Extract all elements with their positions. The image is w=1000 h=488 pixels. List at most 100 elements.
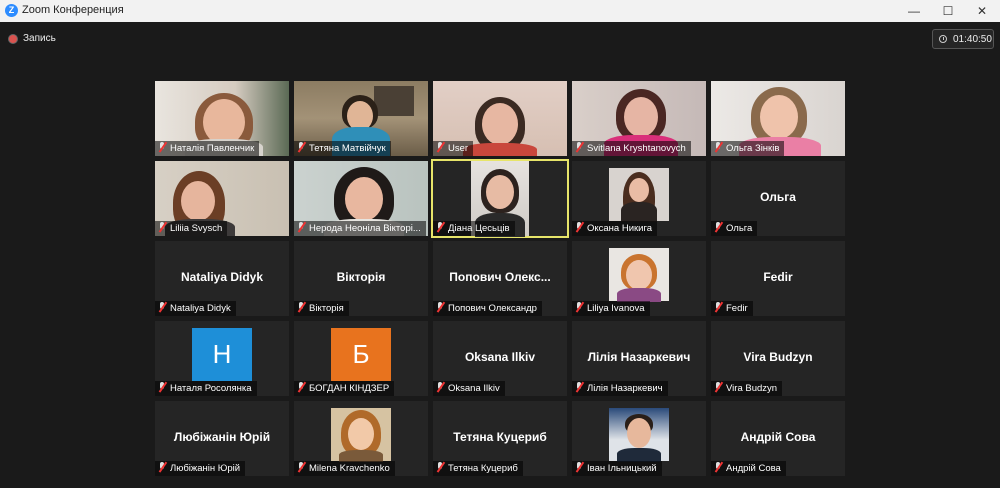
video-feed	[609, 408, 669, 462]
participant-tile[interactable]: Іван Ільницький	[572, 401, 706, 476]
participant-name: Milena Kravchenko	[309, 463, 390, 474]
participant-name: Оксана Никига	[587, 223, 653, 234]
muted-mic-icon	[158, 382, 167, 392]
muted-mic-icon	[158, 462, 167, 472]
participant-name-tag: Вікторія	[294, 301, 349, 316]
participant-tile[interactable]: Вікторія Вікторія	[294, 241, 428, 316]
muted-mic-icon	[436, 462, 445, 472]
participant-display-name: Вікторія	[336, 270, 386, 284]
muted-mic-icon	[436, 302, 445, 312]
participant-tile[interactable]: Попович Олекс... Попович Олександр	[433, 241, 567, 316]
minimize-button[interactable]: —	[896, 0, 932, 22]
meeting-timer: 01:40:50	[932, 29, 994, 49]
participant-display-name: Vira Budzyn	[743, 350, 813, 364]
participant-name: Ольга Зінків	[726, 143, 780, 154]
muted-mic-icon	[714, 302, 723, 312]
participant-name-tag: Liliia Svysch	[155, 221, 228, 236]
participant-name: Vira Budzyn	[726, 383, 778, 394]
participant-name: Іван Ільницький	[587, 463, 657, 474]
participant-name: Liliia Svysch	[170, 223, 223, 234]
participant-display-name: Лілія Назаркевич	[587, 350, 691, 364]
participant-tile[interactable]: Любіжанін Юрій Любіжанін Юрій	[155, 401, 289, 476]
participant-name: Андрій Сова	[726, 463, 781, 474]
participant-name-tag: Нерода Неоніла Вікторі...	[294, 221, 426, 236]
participant-tile[interactable]: Нерода Неоніла Вікторі...	[294, 161, 428, 236]
muted-mic-icon	[714, 382, 723, 392]
avatar: Н	[192, 328, 252, 381]
participant-tile[interactable]: Nataliya Didyk Nataliya Didyk	[155, 241, 289, 316]
participant-name: Наталія Павленчик	[170, 143, 255, 154]
participant-tile[interactable]: Ольга Зінків	[711, 81, 845, 156]
participant-name: Вікторія	[309, 303, 344, 314]
participant-tile[interactable]: Тетяна Матвійчук	[294, 81, 428, 156]
participant-name: Fedir	[726, 303, 748, 314]
participant-name: Oksana Ilkiv	[448, 383, 500, 394]
muted-mic-icon	[297, 142, 306, 152]
muted-mic-icon	[575, 382, 584, 392]
muted-mic-icon	[436, 382, 445, 392]
muted-mic-icon	[575, 462, 584, 472]
maximize-button[interactable]: ☐	[930, 0, 966, 22]
participant-tile[interactable]: Оксана Никига	[572, 161, 706, 236]
participant-name-tag: Лілія Назаркевич	[572, 381, 668, 396]
participant-name: Тетяна Куцериб	[448, 463, 518, 474]
participant-tile[interactable]: Наталія Павленчик	[155, 81, 289, 156]
video-feed	[609, 248, 669, 302]
record-icon	[8, 34, 18, 44]
participant-name-tag: Оксана Никига	[572, 221, 658, 236]
participant-name-tag: БОГДАН КІНДЗЕР	[294, 381, 395, 396]
participant-tile[interactable]: Б БОГДАН КІНДЗЕР	[294, 321, 428, 396]
muted-mic-icon	[158, 222, 167, 232]
participant-tile[interactable]: Vira Budzyn Vira Budzyn	[711, 321, 845, 396]
muted-mic-icon	[714, 142, 723, 152]
participant-name: Svitlana Kryshtanovych	[587, 143, 686, 154]
participant-name-tag: Тетяна Матвійчук	[294, 141, 391, 156]
video-feed	[609, 168, 669, 222]
participant-name: Ольга	[726, 223, 753, 234]
participant-tile[interactable]: Ольга Ольга	[711, 161, 845, 236]
participant-name-tag: Vira Budzyn	[711, 381, 783, 396]
participant-tile[interactable]: User	[433, 81, 567, 156]
participant-tile[interactable]: Н Наталя Росолянка	[155, 321, 289, 396]
participant-name-tag: Oksana Ilkiv	[433, 381, 505, 396]
muted-mic-icon	[714, 222, 723, 232]
participant-name-tag: User	[433, 141, 474, 156]
participant-name-tag: Ольга	[711, 221, 758, 236]
muted-mic-icon	[297, 222, 306, 232]
participant-tile-active-speaker[interactable]: Діана Цесьців	[431, 159, 569, 238]
participant-name-tag: Nataliya Didyk	[155, 301, 236, 316]
participant-name: Попович Олександр	[448, 303, 537, 314]
participant-name-tag: Liliya Ivanova	[572, 301, 650, 316]
participant-display-name: Ольга	[760, 190, 796, 204]
participant-tile[interactable]: Тетяна Куцериб Тетяна Куцериб	[433, 401, 567, 476]
participant-display-name: Андрій Сова	[740, 430, 816, 444]
clock-icon	[939, 35, 947, 43]
participant-name-tag: Milena Kravchenko	[294, 461, 395, 476]
participant-tile[interactable]: Лілія Назаркевич Лілія Назаркевич	[572, 321, 706, 396]
participant-tile[interactable]: Liliia Svysch	[155, 161, 289, 236]
participant-tile[interactable]: Fedir Fedir	[711, 241, 845, 316]
participant-tile[interactable]: Milena Kravchenko	[294, 401, 428, 476]
participant-tile[interactable]: Liliya Ivanova	[572, 241, 706, 316]
participant-name-tag: Діана Цесьців	[433, 221, 515, 236]
muted-mic-icon	[575, 222, 584, 232]
participant-name-tag: Svitlana Kryshtanovych	[572, 141, 691, 156]
muted-mic-icon	[297, 382, 306, 392]
participant-display-name: Nataliya Didyk	[180, 270, 264, 284]
participant-name-tag: Ольга Зінків	[711, 141, 785, 156]
avatar: Б	[331, 328, 391, 381]
close-button[interactable]: ✕	[964, 0, 1000, 22]
participant-name: Нерода Неоніла Вікторі...	[309, 223, 421, 234]
participant-name: Liliya Ivanova	[587, 303, 645, 314]
timer-text: 01:40:50	[953, 34, 992, 45]
participant-name-tag: Іван Ільницький	[572, 461, 662, 476]
participant-name-tag: Fedir	[711, 301, 753, 316]
muted-mic-icon	[575, 142, 584, 152]
participant-tile[interactable]: Oksana Ilkiv Oksana Ilkiv	[433, 321, 567, 396]
muted-mic-icon	[158, 142, 167, 152]
muted-mic-icon	[297, 302, 306, 312]
participant-display-name: Любіжанін Юрій	[173, 430, 271, 444]
participant-tile[interactable]: Svitlana Kryshtanovych	[572, 81, 706, 156]
muted-mic-icon	[436, 142, 445, 152]
participant-tile[interactable]: Андрій Сова Андрій Сова	[711, 401, 845, 476]
